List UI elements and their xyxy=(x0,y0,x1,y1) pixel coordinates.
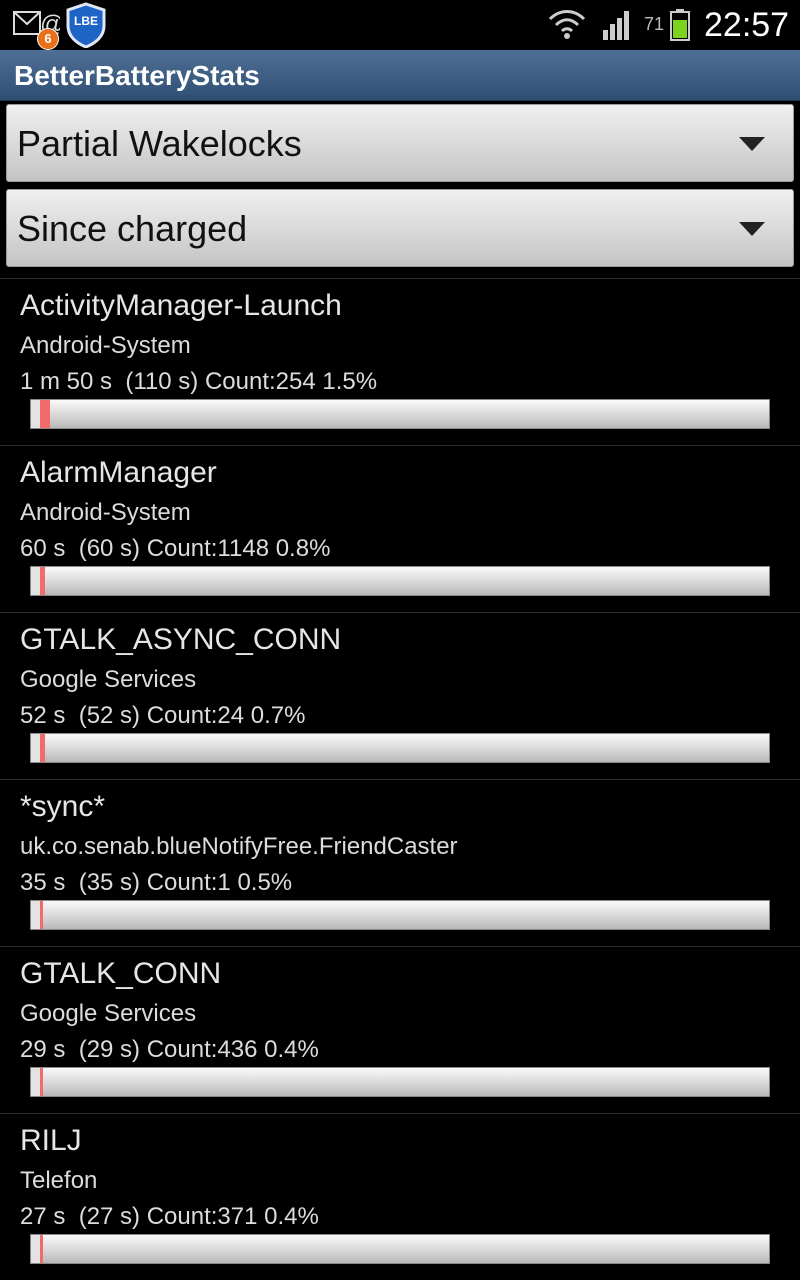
wakelock-name: RILJ xyxy=(20,1124,82,1157)
status-bar: @ 6 LBE 71 22:57 xyxy=(0,0,800,50)
wifi-icon xyxy=(548,10,586,39)
usage-bar xyxy=(30,399,770,429)
usage-bar-fill xyxy=(31,1235,43,1263)
usage-bar-fill xyxy=(31,734,45,762)
wakelock-package: Google Services xyxy=(20,1000,197,1027)
app-title-bar: BetterBatteryStats xyxy=(0,50,800,101)
usage-bar xyxy=(30,566,770,596)
list-item[interactable]: RILJ Telefon 27 s (27 s) Count:371 0.4% xyxy=(0,1113,800,1280)
wakelock-stats: 29 s (29 s) Count:436 0.4% xyxy=(20,1036,319,1063)
chevron-down-icon xyxy=(739,222,765,236)
time-range-dropdown[interactable]: Since charged xyxy=(6,189,794,267)
wakelock-stats: 1 m 50 s (110 s) Count:254 1.5% xyxy=(20,368,378,395)
wakelock-stats: 60 s (60 s) Count:1148 0.8% xyxy=(20,535,331,562)
wakelock-name: ActivityManager-Launch xyxy=(20,289,342,322)
usage-bar-fill xyxy=(31,567,45,595)
battery-icon xyxy=(670,9,690,41)
battery-percent: 71 xyxy=(644,14,665,34)
list-item[interactable]: *sync* uk.co.senab.blueNotifyFree.FriendC… xyxy=(0,779,800,946)
wakelock-package: Android-System xyxy=(20,499,191,526)
usage-bar-fill xyxy=(31,901,43,929)
list-item[interactable]: ActivityManager-Launch Android-System 1 m … xyxy=(0,278,800,445)
stat-type-selected: Partial Wakelocks xyxy=(17,123,302,164)
wakelock-list[interactable]: ActivityManager-Launch Android-System 1 m … xyxy=(0,278,800,1280)
usage-bar xyxy=(30,733,770,763)
usage-bar xyxy=(30,1234,770,1264)
notification-badge: 6 xyxy=(37,28,59,50)
wakelock-package: Google Services xyxy=(20,666,197,693)
usage-bar-fill xyxy=(31,400,50,428)
wakelock-name: *sync* xyxy=(20,790,106,823)
lbe-icon-label: LBE xyxy=(74,14,98,28)
usage-bar xyxy=(30,900,770,930)
wakelock-name: AlarmManager xyxy=(20,456,217,489)
list-item[interactable]: GTALK_CONN Google Services 29 s (29 s) Cou… xyxy=(0,946,800,1113)
wakelock-package: uk.co.senab.blueNotifyFree.FriendCaster xyxy=(20,833,458,860)
wakelock-package: Android-System xyxy=(20,332,191,359)
clock: 22:57 xyxy=(704,6,790,44)
chevron-down-icon xyxy=(739,137,765,151)
app-title: BetterBatteryStats xyxy=(14,60,260,91)
wakelock-package: Telefon xyxy=(20,1167,98,1194)
list-item[interactable]: GTALK_ASYNC_CONN Google Services 52 s (52 … xyxy=(0,612,800,779)
wakelock-stats: 27 s (27 s) Count:371 0.4% xyxy=(20,1203,319,1230)
stat-type-dropdown[interactable]: Partial Wakelocks xyxy=(6,104,794,182)
usage-bar-fill xyxy=(31,1068,43,1096)
wakelock-name: GTALK_ASYNC_CONN xyxy=(20,623,342,656)
signal-icon xyxy=(603,11,629,40)
wakelock-name: GTALK_CONN xyxy=(20,957,222,990)
wakelock-stats: 52 s (52 s) Count:24 0.7% xyxy=(20,702,306,729)
time-range-selected: Since charged xyxy=(17,208,248,249)
list-item[interactable]: AlarmManager Android-System 60 s (60 s) Co… xyxy=(0,445,800,612)
usage-bar xyxy=(30,1067,770,1097)
wakelock-stats: 35 s (35 s) Count:1 0.5% xyxy=(20,869,293,896)
